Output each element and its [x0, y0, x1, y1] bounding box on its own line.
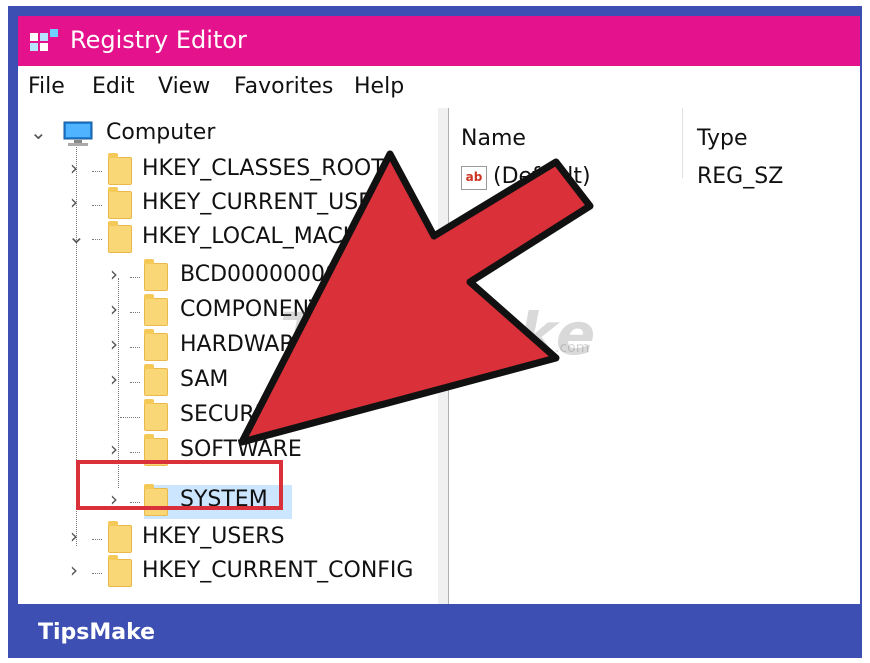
pointer-arrow-annotation	[238, 150, 594, 446]
footer-brand: TipsMake	[38, 620, 156, 645]
